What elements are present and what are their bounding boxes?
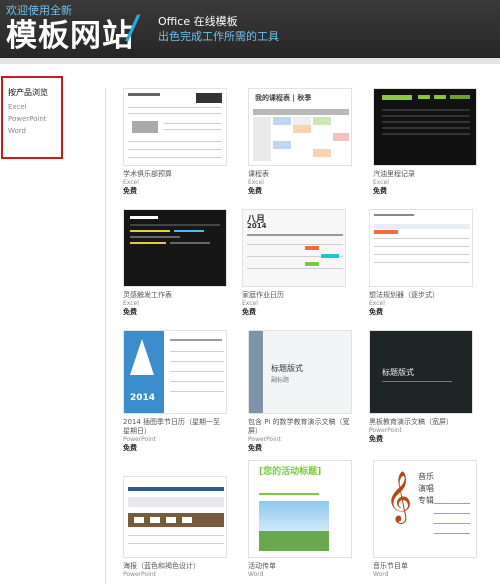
template-name[interactable]: 黑板教育演示文稿（宽屏） (369, 418, 473, 427)
thumb-year: 2014 (247, 222, 267, 230)
template-thumbnail[interactable] (369, 209, 473, 287)
thumb-title: 标题版式 (382, 368, 414, 377)
template-name[interactable]: 活动传单 (248, 562, 352, 571)
template-name[interactable]: 2014 插图季节日历（星期一至星期日） (123, 418, 227, 436)
template-name[interactable]: 音乐节目单 (373, 562, 477, 571)
template-price: 免费 (123, 444, 137, 452)
template-thumbnail[interactable] (123, 88, 227, 166)
template-product: Excel (373, 179, 389, 186)
sidebar-divider (105, 88, 106, 584)
template-name[interactable]: 课程表 (248, 170, 352, 179)
header-strip (0, 58, 500, 64)
template-thumbnail[interactable]: 我的课程表 | 秋季 (248, 88, 352, 166)
template-name[interactable]: 汽油里程记录 (373, 170, 477, 179)
template-card[interactable]: 灵感触发工作表 Excel 免费 (123, 209, 227, 317)
template-card[interactable]: 标题版式 黑板教育演示文稿（宽屏） PowerPoint 免费 (369, 330, 473, 444)
treble-clef-icon: 𝄞 (386, 471, 413, 522)
thumb-subtitle: 副标题 (271, 377, 290, 384)
template-thumbnail[interactable] (373, 88, 477, 166)
template-price: 免费 (123, 187, 137, 195)
template-price: 免费 (248, 187, 262, 195)
thumb-title: 我的课程表 | 秋季 (255, 94, 312, 102)
template-price: 免费 (369, 435, 383, 443)
template-price: 免费 (123, 308, 137, 316)
template-name[interactable]: 想法规划器（逐步式） (369, 291, 473, 300)
template-card[interactable]: 2014 2014 插图季节日历（星期一至星期日） PowerPoint 免费 (123, 330, 227, 453)
thumb-title: [您的活动标题] (259, 467, 322, 477)
sidebar-item-powerpoint[interactable]: PowerPoint (8, 115, 61, 123)
template-product: Excel (123, 300, 139, 307)
site-brand[interactable]: 模板网站 (6, 10, 134, 55)
template-card[interactable]: 八月 2014 家庭作业日历 Excel 免费 (242, 209, 346, 317)
template-card[interactable]: 我的课程表 | 秋季 课程表 Excel 免费 (248, 88, 352, 196)
site-tagline: 出色完成工作所需的工具 (158, 30, 279, 43)
template-thumbnail[interactable]: 𝄞 音乐 演唱 专辑 (373, 460, 477, 558)
template-product: Excel (369, 300, 385, 307)
template-card[interactable]: 海报（蓝色和褐色设计） PowerPoint (123, 476, 227, 579)
template-name[interactable]: 灵感触发工作表 (123, 291, 227, 300)
template-product: Excel (242, 300, 258, 307)
template-card[interactable]: 汽油里程记录 Excel 免费 (373, 88, 477, 196)
template-card[interactable]: 学术俱乐部预算 Excel 免费 (123, 88, 227, 196)
template-price: 免费 (248, 444, 262, 452)
thumb-year: 2014 (130, 393, 156, 403)
sidebar-item-excel[interactable]: Excel (8, 103, 61, 111)
template-product: PowerPoint (369, 427, 403, 434)
template-product: Excel (123, 179, 139, 186)
template-thumbnail[interactable] (123, 476, 227, 558)
template-name[interactable]: 家庭作业日历 (242, 291, 346, 300)
template-thumbnail[interactable]: 八月 2014 (242, 209, 346, 287)
template-card[interactable]: 𝄞 音乐 演唱 专辑 音乐节目单 Word (373, 460, 477, 579)
template-card[interactable]: 想法规划器（逐步式） Excel 免费 (369, 209, 473, 317)
thumb-title: 标题版式 (271, 364, 303, 373)
site-header: 欢迎使用全新 模板网站 / Office 在线模板 出色完成工作所需的工具 (0, 0, 500, 58)
template-product: PowerPoint (123, 571, 157, 578)
template-thumbnail[interactable]: 标题版式 (369, 330, 473, 414)
template-name[interactable]: 包含 Pi 的数学教育演示文稿（宽屏） (248, 418, 352, 436)
template-product: PowerPoint (123, 436, 157, 443)
template-thumbnail[interactable] (123, 209, 227, 287)
template-name[interactable]: 学术俱乐部预算 (123, 170, 227, 179)
template-price: 免费 (373, 187, 387, 195)
browse-by-product-panel: 按产品浏览 Excel PowerPoint Word (1, 76, 63, 159)
office-online-templates: Office 在线模板 (158, 15, 238, 28)
template-price: 免费 (369, 308, 383, 316)
template-thumbnail[interactable]: 标题版式 副标题 (248, 330, 352, 414)
template-product: PowerPoint (248, 436, 282, 443)
thumb-title: 音乐 演唱 专辑 (418, 472, 434, 505)
template-thumbnail[interactable]: [您的活动标题] (248, 460, 352, 558)
template-name[interactable]: 海报（蓝色和褐色设计） (123, 562, 227, 571)
template-thumbnail[interactable]: 2014 (123, 330, 227, 414)
template-price: 免费 (242, 308, 256, 316)
template-product: Word (373, 571, 389, 578)
browse-by-product-title: 按产品浏览 (8, 88, 48, 97)
template-card[interactable]: [您的活动标题] 活动传单 Word (248, 460, 352, 579)
template-product: Excel (248, 179, 264, 186)
sidebar-item-word[interactable]: Word (8, 127, 61, 135)
template-card[interactable]: 标题版式 副标题 包含 Pi 的数学教育演示文稿（宽屏） PowerPoint … (248, 330, 352, 453)
template-product: Word (248, 571, 264, 578)
